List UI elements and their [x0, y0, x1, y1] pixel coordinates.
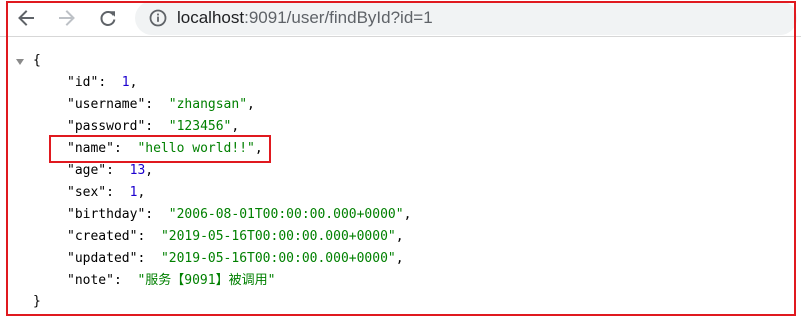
json-colon: :: [106, 163, 130, 178]
json-key: "sex": [67, 185, 107, 200]
url-host: localhost: [177, 8, 245, 27]
json-viewer: { "id": 1, "username": "zhangsan", "passwo…: [0, 36, 801, 319]
json-entry: "age": 13,: [67, 160, 153, 182]
json-value: 1: [121, 75, 130, 90]
json-value: "2019-05-16T00:00:00.000+0000": [160, 251, 396, 266]
json-comma: ,: [395, 251, 404, 266]
json-key: "id": [67, 75, 99, 90]
json-entry: "updated": "2019-05-16T00:00:00.000+0000…: [67, 248, 404, 270]
json-entry: "username": "zhangsan",: [67, 94, 255, 116]
json-colon: :: [145, 119, 169, 134]
json-comma: ,: [403, 207, 412, 222]
json-value: "hello world!!": [137, 141, 255, 156]
json-key: "birthday": [67, 207, 146, 222]
json-value: 13: [129, 163, 146, 178]
json-entry: "note": "服务【9091】被调用": [67, 270, 275, 292]
reload-icon: [100, 11, 116, 26]
back-button[interactable]: [11, 3, 41, 33]
json-value: "zhangsan": [168, 97, 248, 112]
json-colon: :: [137, 229, 161, 244]
arrow-left-icon: [18, 10, 34, 26]
json-entry: "name": "hello world!!",: [67, 138, 263, 160]
json-entry: "id": 1,: [67, 72, 137, 94]
json-key: "name": [67, 141, 114, 156]
address-bar[interactable]: localhost:9091/user/findById?id=1: [135, 1, 797, 35]
json-comma: ,: [395, 229, 404, 244]
json-value: "123456": [168, 119, 232, 134]
json-key: "age": [67, 163, 107, 178]
json-comma: ,: [145, 163, 154, 178]
json-comma: ,: [231, 119, 240, 134]
json-value: "服务【9091】被调用": [137, 273, 276, 288]
json-colon: :: [98, 75, 122, 90]
json-entry: "created": "2019-05-16T00:00:00.000+0000…: [67, 226, 404, 248]
json-colon: :: [113, 141, 138, 156]
arrow-right-icon: [59, 10, 75, 26]
json-colon: :: [137, 251, 161, 266]
json-key: "username": [67, 97, 146, 112]
json-comma: ,: [247, 97, 255, 112]
url-text[interactable]: localhost:9091/user/findById?id=1: [177, 8, 433, 28]
forward-button[interactable]: [52, 3, 82, 33]
collapse-triangle-icon[interactable]: [16, 59, 24, 65]
reload-button[interactable]: [93, 3, 123, 33]
browser-toolbar: localhost:9091/user/findById?id=1: [0, 0, 801, 36]
json-key: "updated": [67, 251, 138, 266]
json-entry: "password": "123456",: [67, 116, 239, 138]
json-key: "password": [67, 119, 146, 134]
json-key: "created": [67, 229, 138, 244]
open-brace: {: [33, 53, 41, 68]
json-colon: :: [145, 207, 169, 222]
json-colon: :: [113, 273, 138, 288]
json-colon: :: [145, 97, 169, 112]
info-icon[interactable]: [149, 9, 167, 27]
json-entry: "sex": 1,: [67, 182, 145, 204]
url-path: :9091/user/findById?id=1: [244, 8, 433, 27]
json-colon: :: [106, 185, 130, 200]
json-key: "note": [67, 273, 114, 288]
json-entry: "birthday": "2006-08-01T00:00:00.000+000…: [67, 204, 411, 226]
json-comma: ,: [254, 141, 263, 156]
json-value: "2006-08-01T00:00:00.000+0000": [168, 207, 404, 222]
json-value: "2019-05-16T00:00:00.000+0000": [160, 229, 396, 244]
close-brace: }: [33, 294, 41, 309]
json-comma: ,: [137, 185, 146, 200]
json-comma: ,: [129, 75, 138, 90]
